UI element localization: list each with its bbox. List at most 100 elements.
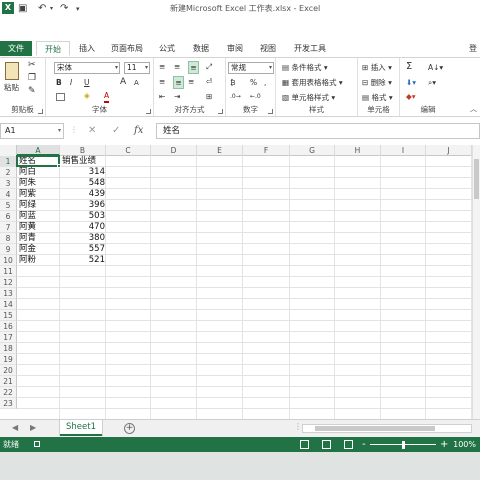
- cell-name[interactable]: 阿青: [17, 233, 60, 244]
- insert-function-button[interactable]: fx: [134, 123, 143, 139]
- delete-cells-button[interactable]: ⊟ 删除 ▾: [362, 77, 392, 88]
- row-header-14[interactable]: 14: [0, 299, 17, 310]
- next-sheet-icon[interactable]: ▶: [30, 423, 36, 432]
- row-header-7[interactable]: 7: [0, 222, 17, 233]
- font-name-select[interactable]: 宋体 ▾: [54, 62, 120, 74]
- paste-icon[interactable]: [5, 62, 19, 80]
- formula-input[interactable]: 姓名: [156, 123, 480, 139]
- bold-button[interactable]: B: [56, 77, 62, 88]
- tab-formulas[interactable]: 公式: [154, 41, 180, 56]
- row-header-18[interactable]: 18: [0, 343, 17, 354]
- cell-sales[interactable]: 557: [60, 244, 106, 255]
- increase-indent-icon[interactable]: ⇥: [174, 91, 180, 102]
- align-top-icon[interactable]: ≡: [159, 61, 165, 72]
- cell-name[interactable]: 阿白: [17, 167, 60, 178]
- shrink-font-button[interactable]: A: [134, 78, 139, 89]
- cancel-icon[interactable]: ✕: [88, 123, 96, 139]
- number-launcher-icon[interactable]: [268, 109, 273, 114]
- cell-name[interactable]: 阿黄: [17, 222, 60, 233]
- zoom-level[interactable]: 100%: [453, 437, 476, 452]
- tab-developer[interactable]: 开发工具: [290, 41, 330, 56]
- cell-b1[interactable]: 销售业绩: [60, 156, 106, 167]
- wrap-text-icon[interactable]: ⏎: [206, 76, 212, 87]
- row-header-1[interactable]: 1: [0, 156, 17, 167]
- row-header-21[interactable]: 21: [0, 376, 17, 387]
- paste-button[interactable]: 粘贴: [4, 82, 19, 93]
- underline-button[interactable]: U: [84, 77, 90, 88]
- cell-name[interactable]: 阿金: [17, 244, 60, 255]
- font-size-select[interactable]: 11 ▾: [124, 62, 150, 74]
- row-header-2[interactable]: 2: [0, 167, 17, 178]
- border-icon[interactable]: [56, 91, 65, 102]
- row-header-23[interactable]: 23: [0, 398, 17, 409]
- cell-sales[interactable]: 439: [60, 189, 106, 200]
- normal-view-icon[interactable]: [300, 440, 309, 449]
- name-box[interactable]: A1 ▾: [0, 123, 64, 139]
- split-handle-icon[interactable]: ⋮: [294, 422, 302, 431]
- vertical-scroll-thumb[interactable]: [474, 159, 479, 199]
- decrease-indent-icon[interactable]: ⇤: [159, 91, 165, 102]
- cell-styles-button[interactable]: ▧ 单元格样式 ▾: [282, 92, 335, 103]
- cell-sales[interactable]: 380: [60, 233, 106, 244]
- cell-name[interactable]: 阿蓝: [17, 211, 60, 222]
- font-launcher-icon[interactable]: [146, 109, 151, 114]
- sort-filter-icon[interactable]: A↓▾: [428, 62, 443, 73]
- tab-file[interactable]: 文件: [0, 41, 32, 56]
- redo-icon[interactable]: ↷: [60, 3, 68, 15]
- formula-bar-handle-icon[interactable]: ⋮: [70, 125, 78, 134]
- horizontal-scroll-thumb[interactable]: [315, 426, 435, 431]
- cell-sales[interactable]: 548: [60, 178, 106, 189]
- cell-name[interactable]: 阿朱: [17, 178, 60, 189]
- zoom-out-button[interactable]: -: [362, 437, 366, 452]
- column-header-i[interactable]: I: [381, 145, 426, 156]
- column-header-c[interactable]: C: [106, 145, 151, 156]
- conditional-format-button[interactable]: ▤ 条件格式 ▾: [282, 62, 328, 73]
- row-header-13[interactable]: 13: [0, 288, 17, 299]
- clear-icon[interactable]: ◆▾: [406, 91, 416, 102]
- align-left-icon[interactable]: ≡: [159, 76, 165, 87]
- column-header-h[interactable]: H: [335, 145, 381, 156]
- horizontal-scrollbar[interactable]: [302, 424, 472, 433]
- row-header-6[interactable]: 6: [0, 211, 17, 222]
- format-cells-button[interactable]: ▤ 格式 ▾: [362, 92, 393, 103]
- row-header-4[interactable]: 4: [0, 189, 17, 200]
- add-sheet-button[interactable]: +: [124, 423, 135, 434]
- vertical-scrollbar[interactable]: [472, 145, 480, 419]
- decrease-decimal-icon[interactable]: ←.0: [250, 91, 261, 102]
- find-select-icon[interactable]: ⌕▾: [428, 77, 436, 88]
- undo-icon[interactable]: ↶: [38, 3, 46, 15]
- row-header-22[interactable]: 22: [0, 387, 17, 398]
- row-header-11[interactable]: 11: [0, 266, 17, 277]
- comma-button[interactable]: ,: [264, 77, 266, 88]
- align-center-icon[interactable]: ≡: [173, 76, 184, 89]
- enter-icon[interactable]: ✓: [112, 123, 120, 139]
- clipboard-launcher-icon[interactable]: [38, 109, 43, 114]
- fill-color-icon[interactable]: ◈: [84, 90, 90, 101]
- sheet-tab-sheet1[interactable]: Sheet1: [60, 420, 102, 436]
- tab-home[interactable]: 开始: [36, 41, 70, 56]
- percent-button[interactable]: %: [250, 77, 257, 88]
- row-header-3[interactable]: 3: [0, 178, 17, 189]
- row-header-17[interactable]: 17: [0, 332, 17, 343]
- page-break-view-icon[interactable]: [344, 440, 353, 449]
- insert-cells-button[interactable]: ⊞ 插入 ▾: [362, 62, 392, 73]
- align-middle-icon[interactable]: ≡: [174, 61, 180, 72]
- signin-link[interactable]: 登: [466, 41, 480, 56]
- copy-icon[interactable]: ❐: [28, 73, 36, 84]
- cell-sales[interactable]: 503: [60, 211, 106, 222]
- collapse-ribbon-icon[interactable]: ︿: [470, 104, 477, 115]
- tab-page-layout[interactable]: 页面布局: [106, 41, 148, 56]
- active-cell-selection[interactable]: [16, 155, 60, 167]
- customize-qat-icon[interactable]: ▾: [76, 3, 80, 15]
- alignment-launcher-icon[interactable]: [218, 109, 223, 114]
- cell-sales[interactable]: 314: [60, 167, 106, 178]
- row-header-5[interactable]: 5: [0, 200, 17, 211]
- row-header-16[interactable]: 16: [0, 321, 17, 332]
- prev-sheet-icon[interactable]: ◀: [12, 423, 18, 432]
- zoom-in-button[interactable]: +: [440, 437, 448, 452]
- worksheet-grid[interactable]: ABCDEFGHIJ 1 2 3 4 5 6 7 8 9 10 11 12 13 14 15 16 17 18 19…: [0, 145, 480, 419]
- undo-dropdown-icon[interactable]: ▾: [50, 3, 53, 15]
- column-header-e[interactable]: E: [197, 145, 243, 156]
- column-header-f[interactable]: F: [243, 145, 290, 156]
- format-painter-icon[interactable]: ✎: [28, 86, 36, 97]
